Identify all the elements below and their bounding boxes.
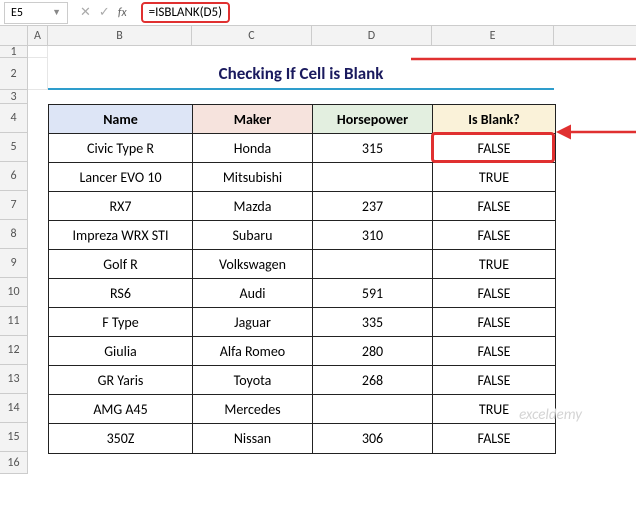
select-all-corner[interactable] bbox=[0, 26, 28, 45]
table-row: RX7 Mazda 237 FALSE bbox=[49, 192, 555, 221]
cell-maker[interactable]: Audi bbox=[193, 279, 313, 308]
table-row: Golf R Volkswagen TRUE bbox=[49, 250, 555, 279]
fx-icon[interactable]: fx bbox=[118, 6, 127, 20]
table-row: 350Z Nissan 306 FALSE bbox=[49, 424, 555, 453]
cell-hp[interactable] bbox=[313, 250, 433, 279]
chevron-down-icon[interactable]: ▼ bbox=[52, 7, 61, 18]
table-row: Civic Type R Honda 315 FALSE bbox=[49, 134, 555, 163]
cell-blank[interactable]: FALSE bbox=[433, 337, 555, 366]
cell-maker[interactable]: Volkswagen bbox=[193, 250, 313, 279]
col-header-C[interactable]: C bbox=[192, 26, 312, 45]
formula-bar: E5 ▼ ✕ ✓ fx =ISBLANK(D5) bbox=[0, 0, 636, 26]
cell-maker[interactable]: Mercedes bbox=[193, 395, 313, 424]
row-header[interactable]: 10 bbox=[0, 278, 27, 307]
row-header[interactable]: 3 bbox=[0, 90, 27, 104]
row-headers: 1 2 3 4 5 6 7 8 9 10 11 12 13 14 15 16 bbox=[0, 46, 28, 474]
row-header[interactable]: 4 bbox=[0, 104, 27, 133]
table-header-row: Name Maker Horsepower Is Blank? bbox=[49, 105, 555, 134]
cell-blank[interactable]: TRUE bbox=[433, 250, 555, 279]
header-maker[interactable]: Maker bbox=[193, 105, 313, 134]
data-table: Name Maker Horsepower Is Blank? Civic Ty… bbox=[48, 104, 556, 454]
cell-blank[interactable]: FALSE bbox=[433, 221, 555, 250]
table-row: Giulia Alfa Romeo 280 FALSE bbox=[49, 337, 555, 366]
cell-hp[interactable]: 335 bbox=[313, 308, 433, 337]
cell-maker[interactable]: Subaru bbox=[193, 221, 313, 250]
cell-hp[interactable]: 268 bbox=[313, 366, 433, 395]
table-row: AMG A45 Mercedes TRUE bbox=[49, 395, 555, 424]
row-header[interactable]: 1 bbox=[0, 46, 27, 58]
cell-name[interactable]: RS6 bbox=[49, 279, 193, 308]
header-horsepower[interactable]: Horsepower bbox=[313, 105, 433, 134]
cell-name[interactable]: Giulia bbox=[49, 337, 193, 366]
cell-maker[interactable]: Mitsubishi bbox=[193, 163, 313, 192]
row-header[interactable]: 6 bbox=[0, 162, 27, 191]
cell-maker[interactable]: Jaguar bbox=[193, 308, 313, 337]
row-header[interactable]: 8 bbox=[0, 220, 27, 249]
cell-hp[interactable]: 280 bbox=[313, 337, 433, 366]
row-header[interactable]: 13 bbox=[0, 365, 27, 394]
row-header[interactable]: 12 bbox=[0, 336, 27, 365]
cell-name[interactable]: F Type bbox=[49, 308, 193, 337]
cell-hp[interactable]: 315 bbox=[313, 134, 433, 163]
cell-maker[interactable]: Toyota bbox=[193, 366, 313, 395]
name-box-value: E5 bbox=[11, 6, 23, 20]
cell-hp[interactable] bbox=[313, 163, 433, 192]
cell-name[interactable]: Lancer EVO 10 bbox=[49, 163, 193, 192]
formula-text: =ISBLANK(D5) bbox=[141, 2, 230, 23]
cell-blank[interactable]: FALSE bbox=[433, 192, 555, 221]
cell-hp[interactable] bbox=[313, 395, 433, 424]
table-row: Lancer EVO 10 Mitsubishi TRUE bbox=[49, 163, 555, 192]
worksheet-grid[interactable]: Checking If Cell is Blank Name Maker Hor… bbox=[28, 46, 636, 474]
cell-name[interactable]: AMG A45 bbox=[49, 395, 193, 424]
table-row: Impreza WRX STI Subaru 310 FALSE bbox=[49, 221, 555, 250]
formula-bar-icons: ✕ ✓ fx bbox=[72, 5, 135, 20]
cell-name[interactable]: RX7 bbox=[49, 192, 193, 221]
table-row: RS6 Audi 591 FALSE bbox=[49, 279, 555, 308]
cell-name[interactable]: 350Z bbox=[49, 424, 193, 453]
col-header-A[interactable]: A bbox=[28, 26, 48, 45]
sheet-title: Checking If Cell is Blank bbox=[48, 58, 554, 90]
cell-maker[interactable]: Mazda bbox=[193, 192, 313, 221]
accept-icon[interactable]: ✓ bbox=[99, 5, 110, 20]
col-header-B[interactable]: B bbox=[48, 26, 192, 45]
cell-hp[interactable]: 591 bbox=[313, 279, 433, 308]
cell-blank[interactable]: FALSE bbox=[433, 308, 555, 337]
row-header[interactable]: 11 bbox=[0, 307, 27, 336]
cell-blank[interactable]: FALSE bbox=[433, 279, 555, 308]
header-name[interactable]: Name bbox=[49, 105, 193, 134]
cell-maker[interactable]: Honda bbox=[193, 134, 313, 163]
col-header-E[interactable]: E bbox=[432, 26, 554, 45]
column-headers: A B C D E bbox=[0, 26, 636, 46]
row-header[interactable]: 2 bbox=[0, 58, 27, 90]
row-header[interactable]: 15 bbox=[0, 423, 27, 452]
formula-input[interactable]: =ISBLANK(D5) bbox=[135, 0, 636, 25]
table-row: F Type Jaguar 335 FALSE bbox=[49, 308, 555, 337]
col-header-D[interactable]: D bbox=[312, 26, 432, 45]
row-header[interactable]: 7 bbox=[0, 191, 27, 220]
row-header[interactable]: 16 bbox=[0, 452, 27, 474]
cell-hp[interactable]: 310 bbox=[313, 221, 433, 250]
row-header[interactable]: 9 bbox=[0, 249, 27, 278]
cell-hp[interactable]: 306 bbox=[313, 424, 433, 453]
cell-name[interactable]: Golf R bbox=[49, 250, 193, 279]
cell-blank[interactable]: FALSE bbox=[433, 134, 555, 163]
cell-blank[interactable]: FALSE bbox=[433, 424, 555, 453]
cell-name[interactable]: Civic Type R bbox=[49, 134, 193, 163]
cell-name[interactable]: GR Yaris bbox=[49, 366, 193, 395]
cell-name[interactable]: Impreza WRX STI bbox=[49, 221, 193, 250]
cell-blank[interactable]: FALSE bbox=[433, 366, 555, 395]
watermark: exceldemy bbox=[519, 406, 582, 424]
cell-blank[interactable]: TRUE bbox=[433, 163, 555, 192]
cancel-icon[interactable]: ✕ bbox=[80, 5, 91, 20]
row-header[interactable]: 5 bbox=[0, 133, 27, 162]
row-header[interactable]: 14 bbox=[0, 394, 27, 423]
table-row: GR Yaris Toyota 268 FALSE bbox=[49, 366, 555, 395]
cell-maker[interactable]: Nissan bbox=[193, 424, 313, 453]
cell-hp[interactable]: 237 bbox=[313, 192, 433, 221]
cell-maker[interactable]: Alfa Romeo bbox=[193, 337, 313, 366]
name-box[interactable]: E5 ▼ bbox=[4, 2, 68, 24]
header-isblank[interactable]: Is Blank? bbox=[433, 105, 555, 134]
